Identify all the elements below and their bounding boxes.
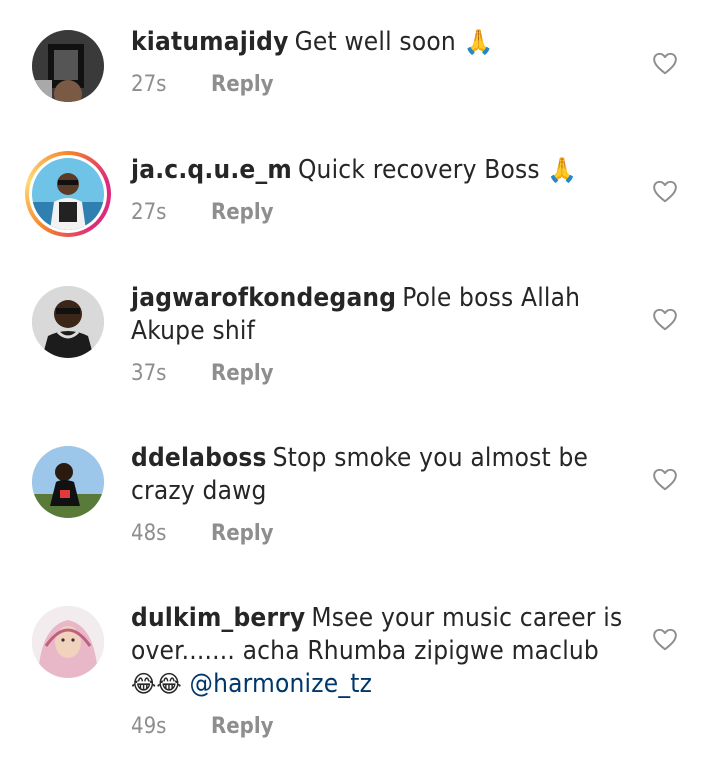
reply-button[interactable]: Reply [211, 72, 274, 97]
comment-text: jagwarofkondegang Pole boss Allah Akupe s… [131, 282, 626, 348]
reply-button[interactable]: Reply [211, 361, 274, 386]
heart-outline-icon[interactable] [652, 179, 678, 203]
comment-text: ja.c.q.u.e_m Quick recovery Boss 🙏 [131, 154, 626, 187]
comment-text: dulkim_berry Msee your music career is ov… [131, 602, 626, 701]
comment-body: Quick recovery Boss [297, 155, 540, 185]
comment-meta: 48s Reply [131, 521, 274, 546]
username-link[interactable]: ja.c.q.u.e_m [131, 155, 292, 185]
emoji: 🙏 [463, 28, 494, 56]
avatar[interactable] [25, 151, 111, 237]
timestamp: 27s [131, 72, 167, 97]
comment-body: Get well soon [294, 27, 456, 57]
heart-outline-icon[interactable] [652, 51, 678, 75]
heart-outline-icon[interactable] [652, 627, 678, 651]
avatar[interactable] [32, 286, 104, 358]
emoji: 😂😂 [131, 670, 182, 698]
mention-link[interactable]: @harmonize_tz [190, 669, 373, 699]
comment-text: kiatumajidy Get well soon 🙏 [131, 26, 626, 59]
comment-meta: 37s Reply [131, 361, 274, 386]
reply-button[interactable]: Reply [211, 521, 274, 546]
comment-meta: 49s Reply [131, 714, 274, 739]
comment-meta: 27s Reply [131, 72, 274, 97]
reply-button[interactable]: Reply [211, 714, 274, 739]
heart-outline-icon[interactable] [652, 467, 678, 491]
emoji: 🙏 [547, 156, 578, 184]
reply-button[interactable]: Reply [211, 200, 274, 225]
avatar[interactable] [32, 30, 104, 102]
timestamp: 49s [131, 714, 167, 739]
username-link[interactable]: dulkim_berry [131, 603, 305, 633]
timestamp: 27s [131, 200, 167, 225]
timestamp: 37s [131, 361, 167, 386]
username-link[interactable]: ddelaboss [131, 443, 267, 473]
comment-text: ddelaboss Stop smoke you almost be crazy … [131, 442, 626, 508]
timestamp: 48s [131, 521, 167, 546]
heart-outline-icon[interactable] [652, 307, 678, 331]
comment-meta: 27s Reply [131, 200, 274, 225]
story-ring [25, 151, 111, 237]
username-link[interactable]: kiatumajidy [131, 27, 289, 57]
username-link[interactable]: jagwarofkondegang [131, 283, 396, 313]
avatar[interactable] [32, 446, 104, 518]
avatar[interactable] [32, 606, 104, 678]
